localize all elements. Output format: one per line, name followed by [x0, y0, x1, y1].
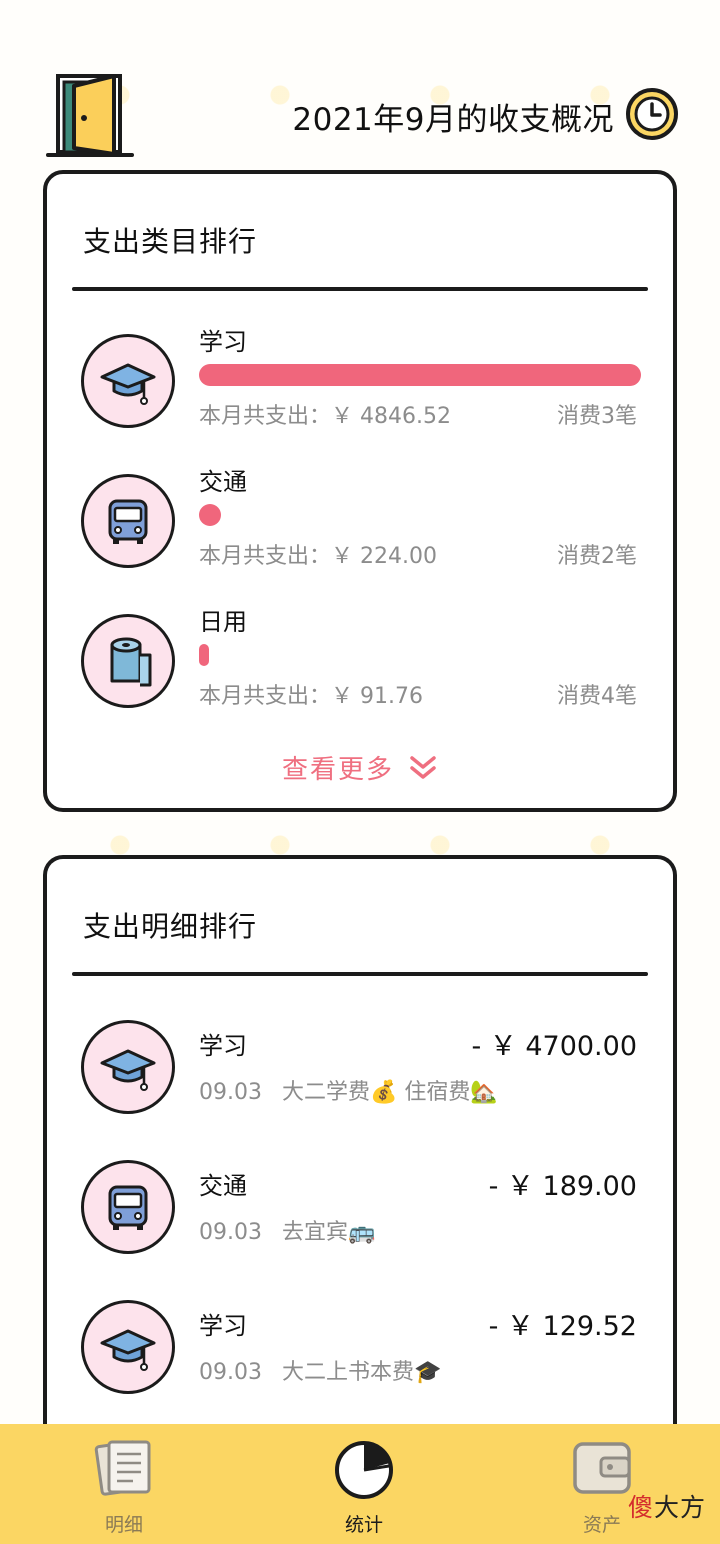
category-amount: 本月共支出：￥ 4846.52	[199, 404, 451, 429]
page-title: 2021年9月的收支概况	[292, 102, 614, 138]
category-amount: 本月共支出：￥ 224.00	[199, 544, 437, 569]
expense-meta: 09.03 大二学费💰 住宿费🏡	[199, 1074, 498, 1106]
expense-amount: - ￥ 189.00	[488, 1171, 637, 1202]
graduation-cap-icon	[81, 1020, 175, 1114]
expense-date: 09.03	[199, 1220, 262, 1245]
wallet-icon	[573, 1442, 631, 1494]
tab-assets[interactable]: 资产	[512, 1424, 692, 1544]
expense-note: 大二学费💰 住宿费🏡	[281, 1080, 498, 1105]
tab-label: 统计	[344, 1514, 383, 1536]
expense-category: 学习	[199, 1312, 247, 1340]
expense-note: 大二上书本费🎓	[281, 1360, 442, 1385]
category-ranking-card: 支出类目排行 学习 本月共支出：￥ 4846.52 消费3笔 交通 本月共支出：…	[43, 170, 677, 812]
category-share-fill	[199, 504, 221, 526]
category-share-bar	[199, 504, 641, 526]
view-more-label: 查看更多	[281, 755, 394, 785]
category-row[interactable]: 日用 本月共支出：￥ 91.76 消费4笔	[47, 594, 673, 714]
expense-amount: - ￥ 129.52	[488, 1311, 637, 1342]
category-share-bar	[199, 644, 641, 666]
category-amount: 本月共支出：￥ 91.76	[199, 684, 423, 709]
category-row[interactable]: 交通 本月共支出：￥ 224.00 消费2笔	[47, 454, 673, 574]
category-share-fill	[199, 644, 209, 666]
exit-door-icon[interactable]	[44, 68, 136, 160]
expense-note: 去宜宾🚌	[281, 1220, 376, 1245]
expense-meta: 09.03 大二上书本费🎓	[199, 1354, 441, 1386]
watermark: 傻大方	[628, 1488, 706, 1524]
bus-icon	[81, 474, 175, 568]
page-header: 2021年9月的收支概况	[0, 60, 720, 170]
card-title: 支出明细排行	[83, 910, 258, 943]
bus-icon	[81, 1160, 175, 1254]
category-count: 消费3笔	[557, 404, 637, 429]
category-row[interactable]: 学习 本月共支出：￥ 4846.52 消费3笔	[47, 314, 673, 434]
card-title: 支出类目排行	[83, 225, 258, 258]
graduation-cap-icon	[81, 334, 175, 428]
expense-row[interactable]: 学习 - ￥ 4700.00 09.03 大二学费💰 住宿费🏡	[47, 1004, 673, 1134]
watermark-rest: 大方	[653, 1493, 706, 1522]
clock-icon[interactable]	[624, 86, 680, 142]
view-more-button[interactable]: 查看更多	[47, 749, 673, 786]
tab-details[interactable]: 明细	[34, 1424, 214, 1544]
category-share-bar	[199, 364, 641, 386]
expense-category: 学习	[199, 1032, 247, 1060]
expense-date: 09.03	[199, 1360, 262, 1385]
divider	[72, 287, 648, 291]
category-name: 交通	[199, 468, 247, 496]
detail-ranking-card: 支出明细排行 学习 - ￥ 4700.00 09.03 大二学费💰 住宿费🏡 交…	[43, 855, 677, 1475]
expense-row[interactable]: 交通 - ￥ 189.00 09.03 去宜宾🚌	[47, 1144, 673, 1274]
tab-label: 明细	[104, 1514, 143, 1536]
category-share-fill	[199, 364, 641, 386]
category-count: 消费2笔	[557, 544, 637, 569]
tab-statistics[interactable]: 统计	[274, 1424, 454, 1544]
category-count: 消费4笔	[557, 684, 637, 709]
chevron-double-down-icon	[410, 755, 436, 779]
divider	[72, 972, 648, 976]
pie-chart-icon	[335, 1441, 393, 1499]
expense-row[interactable]: 学习 - ￥ 129.52 09.03 大二上书本费🎓	[47, 1284, 673, 1414]
expense-date: 09.03	[199, 1080, 262, 1105]
expense-category: 交通	[199, 1172, 247, 1200]
bottom-tab-bar: 明细 统计 资产	[0, 1424, 720, 1544]
expense-meta: 09.03 去宜宾🚌	[199, 1214, 375, 1246]
category-name: 日用	[199, 608, 247, 636]
graduation-cap-icon	[81, 1300, 175, 1394]
toilet-paper-icon	[81, 614, 175, 708]
category-name: 学习	[199, 328, 247, 356]
expense-amount: - ￥ 4700.00	[471, 1031, 637, 1062]
notes-icon	[94, 1440, 151, 1496]
watermark-first: 傻	[627, 1493, 654, 1522]
